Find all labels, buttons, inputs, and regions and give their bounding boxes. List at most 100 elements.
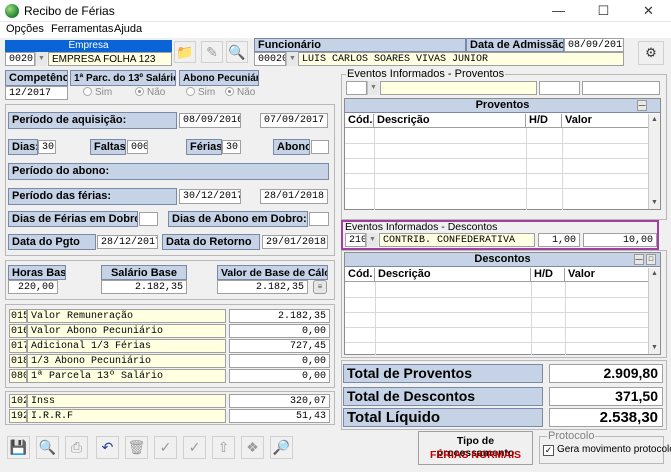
protocolo-label: Protocolo [547,430,596,442]
scroll-up-icon[interactable]: ▲ [649,114,660,126]
dias-abono-dobro-value[interactable] [309,212,329,226]
edit-document-icon[interactable]: ✎ [201,41,223,63]
periodo-aquisicao-start[interactable]: 08/09/2016 [179,113,241,128]
item-value: 2.182,35 [229,309,330,323]
export-icon[interactable]: ⇧ [212,436,235,459]
delete-icon[interactable]: 🗑 [125,436,148,459]
scroll-down-icon[interactable]: ▼ [649,342,660,354]
empresa-name[interactable]: EMPRESA FOLHA 123 [48,52,172,66]
tipo-processamento-value: FÉRIAS NORMAIS [429,449,521,461]
empresa-code[interactable]: 0020 [5,52,35,66]
descontos-col-valor: Valor [565,268,649,282]
periodo-ferias-end[interactable]: 28/01/2018 [260,189,328,204]
evento-desc-desc[interactable]: CONTRIB. CONFEDERATIVA [379,233,535,247]
item-description: Adicional 1/3 Férias [27,339,226,353]
search-icon[interactable]: 🔍 [36,436,59,459]
evento-desc-value[interactable]: 10,00 [583,233,657,247]
item-code: 016 [9,324,27,338]
data-pgto-label: Data do Pgto [8,234,96,250]
total-liquido-label: Total Líquido [343,408,543,427]
funcionario-code[interactable]: 00020 [254,52,286,66]
periodo-aquisicao-end[interactable]: 07/09/2017 [260,113,328,128]
form-area: Empresa 0020 ▼ EMPRESA FOLHA 123 📁 ✎ 🔍 F… [0,38,671,472]
valor-base-calculo-value[interactable]: 2.182,35 [217,280,308,294]
zoom-icon[interactable]: 🔎 [270,436,293,459]
protocolo-checkbox[interactable]: ✓ [543,445,554,456]
evento-desc-qty[interactable]: 1,00 [538,233,580,247]
approve-icon[interactable]: ✓ [183,436,206,459]
evento-prov-dropdown-icon[interactable]: ▼ [367,81,379,95]
competencia-value[interactable]: 12/2017 [5,86,68,100]
evento-prov-desc[interactable] [380,81,537,95]
scroll-up-icon[interactable]: ▲ [649,268,660,280]
salario-base-value[interactable]: 2.182,35 [101,280,187,294]
total-descontos-label: Total de Descontos [343,387,543,406]
proventos-col-valor: Valor [562,114,649,128]
empresa-dropdown-icon[interactable]: ▼ [35,52,47,66]
data-retorno-value[interactable]: 29/01/2018 [262,235,328,249]
funcionario-name[interactable]: LUIS CARLOS SOARES VIVAS JUNIOR [298,52,624,66]
admissao-value[interactable]: 08/09/2015 [564,38,624,52]
item-value: 0,00 [229,369,330,383]
dias-value[interactable]: 30 [38,140,56,154]
proventos-col-hd: H/D [526,114,562,128]
item-value: 320,07 [229,394,330,408]
ferias-value[interactable]: 30 [222,140,241,154]
abono-pec-label: Abono Pecuniário [179,70,259,86]
undo-icon[interactable]: ↶ [96,436,119,459]
abono-pec-sim-radio[interactable]: Sim [186,87,215,98]
faltas-value[interactable]: 000 [127,140,148,154]
abono-value[interactable] [311,140,329,154]
descontos-col-hd: H/D [531,268,565,282]
menu-opcoes[interactable]: Opções [6,23,44,35]
calc-icon[interactable]: ≡ [313,280,327,294]
proventos-scrollbar[interactable]: ▲ ▼ [648,114,660,209]
evento-desc-dropdown-icon[interactable]: ▼ [366,233,378,247]
dias-ferias-dobro-value[interactable] [139,212,158,226]
menu-ajuda[interactable]: Ajuda [114,23,142,35]
proventos-minimize-icon[interactable]: — [637,100,647,111]
scroll-down-icon[interactable]: ▼ [649,197,660,209]
periodo-aquisicao-label: Período de aquisição: [8,112,177,129]
data-retorno-label: Data do Retorno [162,234,260,250]
parcela13-label: 1ª Parc. do 13º Salário [70,70,176,86]
maximize-button[interactable]: ☐ [581,0,626,22]
abono-label: Abono: [273,139,310,155]
descontos-restore-icon[interactable]: □ [646,254,656,265]
periodo-abono-label: Período do abono: [8,163,329,180]
minimize-button[interactable]: — [536,0,581,22]
items-proventos-group: 015Valor Remuneração2.182,35 016Valor Abo… [5,304,335,388]
eventos-proventos-title: Eventos Informados - Proventos [346,68,506,80]
open-folder-icon[interactable]: 📁 [174,41,196,63]
close-button[interactable]: ✕ [626,0,671,22]
evento-prov-qty[interactable] [539,81,580,95]
parcela13-nao-radio[interactable]: Não [135,87,165,98]
parcela13-sim-radio[interactable]: Sim [83,87,112,98]
item-code: 017 [9,339,27,353]
calculate-icon[interactable]: ⚙ [638,41,664,65]
evento-prov-value[interactable] [582,81,660,95]
check-icon[interactable]: ✓ [154,436,177,459]
descontos-scrollbar[interactable]: ▲ ▼ [648,268,660,354]
print-icon[interactable]: ⎙ [65,436,88,459]
periodo-ferias-start[interactable]: 30/12/2017 [179,189,241,204]
item-value: 0,00 [229,324,330,338]
abono-pec-nao-radio[interactable]: Não [225,87,255,98]
search-document-icon[interactable]: 🔍 [226,41,248,63]
menu-ferramentas[interactable]: Ferramentas [51,23,113,35]
evento-prov-code[interactable] [346,81,367,95]
descontos-minimize-icon[interactable]: — [634,254,644,265]
dias-ferias-dobro-label: Dias de Férias em Dobro: [8,211,138,227]
item-description: 1/3 Abono Pecuniário [27,354,226,368]
total-proventos-value: 2.909,80 [549,364,663,383]
process-icon[interactable]: ❖ [241,436,264,459]
evento-desc-code[interactable]: 210 [345,233,366,247]
proventos-col-cod: Cód. [345,114,374,128]
funcionario-dropdown-icon[interactable]: ▼ [286,52,298,66]
descontos-grid: Descontos — □ Cód. Descrição H/D Valor ▲… [344,252,661,355]
item-code: 018 [9,354,27,368]
horas-base-value[interactable]: 220,00 [8,280,58,294]
data-pgto-value[interactable]: 28/12/2017 [97,235,158,249]
item-value: 51,43 [229,409,330,423]
save-icon[interactable]: 💾 [7,436,30,459]
